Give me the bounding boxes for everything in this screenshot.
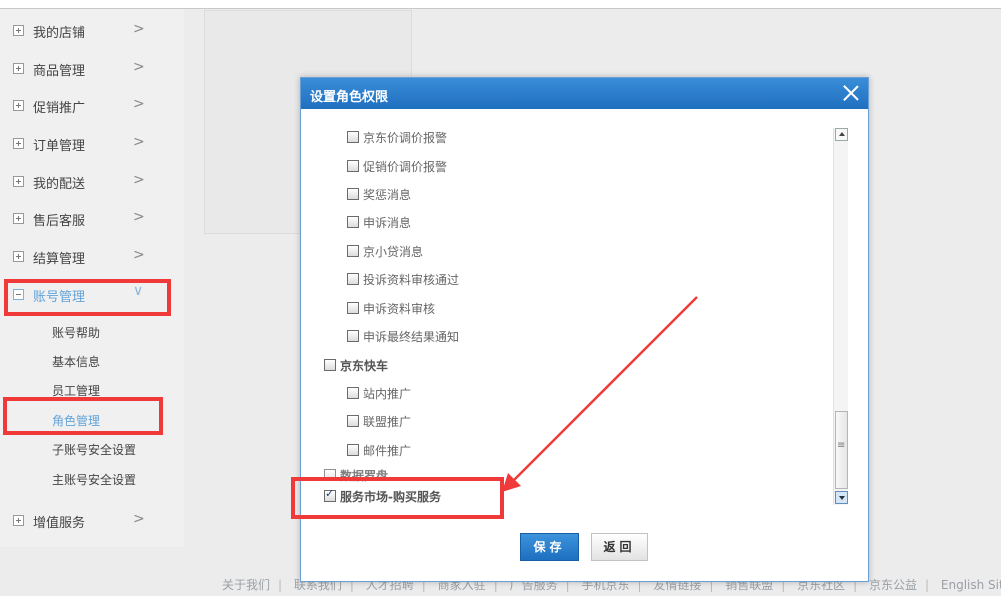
permission-label: 申诉最终结果通知 [363, 330, 460, 344]
scroll-up-icon[interactable] [835, 128, 848, 141]
sidebar-subitem-basic-info[interactable]: 基本信息 [52, 353, 100, 370]
checkbox[interactable] [347, 415, 359, 427]
permission-label: 京东价调价报警 [363, 131, 448, 145]
scroll-thumb[interactable] [835, 411, 848, 489]
permission-label: 投诉资料审核通过 [363, 273, 460, 287]
sidebar-item-label: 我的店铺 [33, 26, 86, 41]
checkbox[interactable] [347, 160, 359, 172]
sidebar-item-label: 订单管理 [33, 139, 86, 154]
sidebar-item-promotion[interactable]: 促销推广 > [0, 88, 184, 126]
sidebar-item-label: 结算管理 [33, 252, 86, 267]
sidebar-item-after-sales[interactable]: 售后客服 > [0, 201, 184, 239]
scrollbar[interactable] [833, 128, 848, 505]
expand-plus-icon [13, 138, 24, 149]
sidebar-item-value-added[interactable]: 增值服务 > [0, 503, 184, 541]
sidebar-item-products[interactable]: 商品管理 > [0, 51, 184, 89]
expand-plus-icon [13, 25, 24, 36]
permission-label: 促销价调价报警 [363, 160, 448, 174]
footer-link[interactable]: 京东公益 [869, 578, 917, 592]
sidebar-item-delivery[interactable]: 我的配送 > [0, 164, 184, 202]
checkbox[interactable] [347, 273, 359, 285]
checkbox[interactable] [347, 216, 359, 228]
sidebar-item-label: 促销推广 [33, 101, 86, 116]
dialog-title: 设置角色权限 [310, 90, 389, 105]
sidebar-item-orders[interactable]: 订单管理 > [0, 126, 184, 164]
expand-plus-icon [13, 63, 24, 74]
chevron-right-icon: > [133, 247, 145, 263]
expand-plus-icon [13, 213, 24, 224]
permission-label: 申诉资料审核 [363, 302, 436, 316]
highlight-box-account [4, 279, 171, 316]
checkbox[interactable] [347, 444, 359, 456]
expand-plus-icon [13, 100, 24, 111]
chevron-right-icon: > [133, 209, 145, 225]
top-bar [0, 0, 1001, 9]
sidebar: 我的店铺 > 商品管理 > 促销推广 > 订单管理 > 我的配送 > 售后客服 … [0, 9, 184, 547]
permission-label: 申诉消息 [363, 216, 412, 230]
chevron-right-icon: > [133, 134, 145, 150]
permission-label: 站内推广 [363, 387, 412, 401]
sidebar-subitem-main-account-security[interactable]: 主账号安全设置 [52, 471, 136, 488]
back-button[interactable]: 返回 [591, 533, 648, 561]
checkbox[interactable] [347, 131, 359, 143]
chevron-right-icon: > [133, 172, 145, 188]
dialog-header: 设置角色权限 [301, 78, 868, 109]
close-icon[interactable] [842, 84, 860, 102]
permission-label: 邮件推广 [363, 444, 412, 458]
expand-plus-icon [13, 251, 24, 262]
save-button[interactable]: 保存 [520, 533, 579, 561]
expand-plus-icon [13, 176, 24, 187]
footer-link[interactable]: 关于我们 [222, 578, 270, 592]
chevron-right-icon: > [133, 21, 145, 37]
permission-list: 京东价调价报警 促销价调价报警 奖惩消息 申诉消息 京小贷消息 投诉资料审核通过… [315, 121, 848, 510]
highlight-box-purchase-service [291, 477, 504, 519]
sidebar-item-label: 商品管理 [33, 64, 86, 79]
sidebar-subitem-sub-account-security[interactable]: 子账号安全设置 [52, 441, 136, 458]
sidebar-item-label: 增值服务 [33, 516, 86, 531]
expand-plus-icon [13, 515, 24, 526]
sidebar-item-label: 我的配送 [33, 177, 86, 192]
permission-label: 京小贷消息 [363, 245, 424, 259]
checkbox[interactable] [347, 245, 359, 257]
scroll-down-icon[interactable] [835, 491, 848, 504]
checkbox[interactable] [347, 387, 359, 399]
permission-label: 联盟推广 [363, 415, 412, 429]
highlight-box-roles [3, 397, 163, 435]
sidebar-item-label: 售后客服 [33, 214, 86, 229]
checkbox[interactable] [347, 302, 359, 314]
chevron-right-icon: > [133, 511, 145, 527]
checkbox[interactable] [324, 359, 336, 371]
sidebar-subitem-account-help[interactable]: 账号帮助 [52, 324, 100, 341]
checkbox[interactable] [347, 330, 359, 342]
footer-link[interactable]: English Site [941, 578, 1001, 592]
chevron-right-icon: > [133, 59, 145, 75]
checkbox[interactable] [347, 188, 359, 200]
permission-group-label: 京东快车 [340, 359, 389, 373]
sidebar-item-my-shop[interactable]: 我的店铺 > [0, 13, 184, 51]
permission-label: 奖惩消息 [363, 188, 412, 202]
chevron-right-icon: > [133, 96, 145, 112]
sidebar-item-settlement[interactable]: 结算管理 > [0, 239, 184, 277]
